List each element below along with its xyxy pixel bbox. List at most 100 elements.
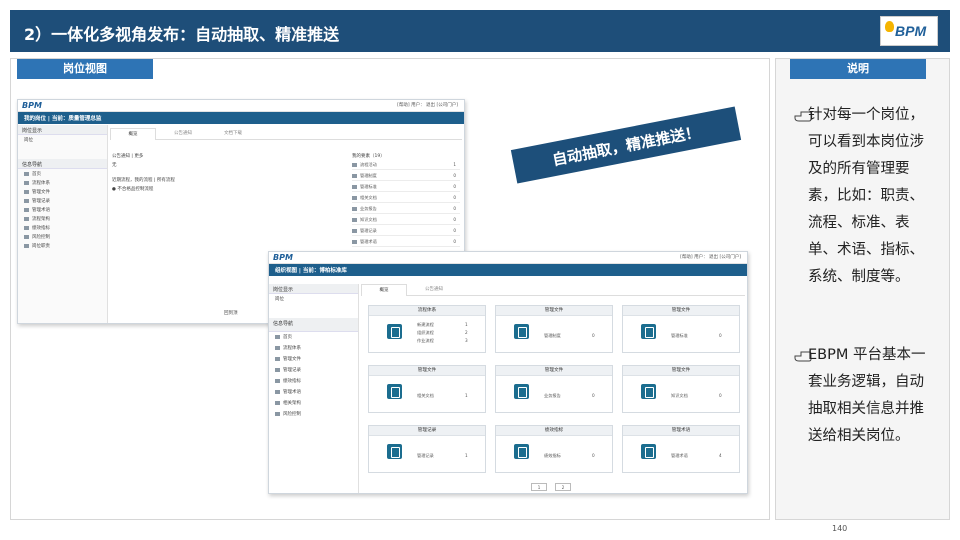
card-title: 管理术语 [623,426,739,436]
card-title: 流程体系 [369,306,485,316]
summary-card[interactable]: 管理文件 相关文档 1 [368,365,486,413]
element-label: 管理制度 [360,173,377,178]
document-icon [514,384,529,399]
sidebar-item[interactable]: 流程架构 [18,214,107,223]
element-label: 相关文档 [360,195,377,200]
screenshot-top-links[interactable]: [帮助] 用户： 退出 [公司门户] [680,254,741,260]
sidebar-item[interactable]: 管理文件 [18,187,107,196]
screenshot-top-links[interactable]: [帮助] 用户： 退出 [公司门户] [397,102,458,108]
card-row-label[interactable]: 管理术语 [671,453,688,459]
element-row[interactable]: 管理记录 0 [352,228,460,236]
element-row[interactable]: 知识文档 0 [352,217,460,225]
summary-card[interactable]: 管理记录 管理记录 1 [368,425,486,473]
tab-overview[interactable]: 概览 [361,284,407,296]
element-count: 0 [453,217,456,222]
card-title: 管理文件 [496,366,612,376]
sidebar-item[interactable]: 首页 [18,169,107,178]
sidebar-item[interactable]: 流程体系 [269,343,358,354]
sidebar-item[interactable]: 相关架构 [269,398,358,409]
card-row-label[interactable]: 知识文档 [671,393,688,399]
slide-title: 2）一体化多视角发布：自动抽取、精准推送 [24,25,340,44]
doc-icon [352,163,357,167]
bulb-icon [885,21,894,32]
summary-card[interactable]: 管理文件 管理制度 0 [495,305,613,353]
tab-notice[interactable]: 公告通知 [160,128,206,140]
element-row[interactable]: 业务报告 0 [352,206,460,214]
element-label: 管理记录 [360,228,377,233]
doc-icon [352,229,357,233]
sidebar-item[interactable]: 首页 [269,332,358,343]
card-row-value: 0 [719,333,722,338]
page-number: 140 [832,524,848,533]
document-icon [641,444,656,459]
card-row-value: 0 [592,453,595,458]
logo-text: BPM [895,23,927,39]
sidebar-sub: 岗位 [275,297,284,302]
sidebar-item[interactable]: 风险控制 [18,232,107,241]
card-row-label[interactable]: 新建流程 [417,322,434,328]
screenshot-sidebar: 岗位显示 岗位 信息导航 首页 流程体系 管理文件 管理记录 管理术语 流程架构… [18,125,108,323]
summary-card[interactable]: 管理文件业务报告 0 [495,365,613,413]
notice-heading[interactable]: 公告通知 | 更多 [112,153,143,159]
element-row[interactable]: 管理标准 0 [352,184,460,192]
card-row-label[interactable]: 管理标准 [671,333,688,339]
document-icon [514,324,529,339]
sidebar-item[interactable]: 风险控制 [269,409,358,420]
card-row-label[interactable]: 作业流程 [417,338,434,344]
element-row[interactable]: 相关文档 0 [352,195,460,203]
sidebar-group: 信息导航 [269,318,358,332]
element-row[interactable]: 管理制度 0 [352,173,460,181]
card-row-label[interactable]: 管理记录 [417,453,434,459]
card-row-value: 1 [465,453,468,458]
doc-icon [352,174,357,178]
list-icon [275,345,280,350]
back-to-top[interactable]: 回到顶 [224,310,238,316]
tab-download[interactable]: 文档下载 [210,128,256,140]
tab-overview[interactable]: 概览 [110,128,156,140]
section-label-post-view: 岗位视图 [17,59,153,79]
card-row-label[interactable]: 绩效指标 [544,453,561,459]
card-row-label[interactable]: 业务报告 [544,393,561,399]
sidebar-item[interactable]: 流程体系 [18,178,107,187]
summary-card[interactable]: 管理文件 知识文档 0 [622,365,740,413]
sidebar-item[interactable]: 管理文件 [269,354,358,365]
card-row-label[interactable]: 管理制度 [544,333,561,339]
summary-card[interactable]: 管理术语 管理术语 4 [622,425,740,473]
element-label: 管理术语 [360,239,377,244]
doc-icon [352,240,357,244]
list-icon [24,180,29,185]
element-row[interactable]: 流程活动 1 [352,162,460,170]
flow-link[interactable]: ● 不合格品控制流程 [112,186,153,192]
document-icon [387,444,402,459]
element-row[interactable]: 管理术语 0 [352,239,460,247]
card-row-label[interactable]: 相关文档 [417,393,434,399]
sidebar-item[interactable]: 管理记录 [269,365,358,376]
pager-page-2[interactable]: 2 [555,483,571,491]
card-title: 绩效指标 [496,426,612,436]
element-label: 业务报告 [360,206,377,211]
sidebar-item[interactable]: 管理术语 [269,387,358,398]
screenshot-tabs: 概览 公告通知 [361,284,745,296]
anchor-icon [24,207,29,212]
screenshot-topbar: BPM [帮助] 用户： 退出 [公司门户] [18,100,464,112]
card-row-value: 3 [465,338,468,343]
sidebar-item[interactable]: 管理术语 [18,205,107,214]
home-icon [24,171,29,176]
bpm-logo: BPM [880,16,938,46]
document-icon [641,384,656,399]
recent-flows-heading[interactable]: 近期流程，我的流程 | 所有流程 [112,177,175,183]
sidebar-item[interactable]: 管理记录 [18,196,107,205]
sidebar-item[interactable]: 绩效指标 [269,376,358,387]
summary-card[interactable]: 绩效指标 绩效指标 0 [495,425,613,473]
screenshot-nav-title: 组织视图 | 当前：博柏标准库 [275,268,347,274]
summary-card[interactable]: 流程体系 新建流程 1 组织流程 2 作业流程 3 [368,305,486,353]
shield-icon [24,234,29,239]
sidebar-item[interactable]: 绩效指标 [18,223,107,232]
card-row-label[interactable]: 组织流程 [417,330,434,336]
card-row-value: 0 [592,393,595,398]
pager-page-1[interactable]: 1 [531,483,547,491]
summary-card[interactable]: 管理文件 管理标准 0 [622,305,740,353]
sidebar-item[interactable]: 岗位职责 [18,241,107,250]
tab-notice[interactable]: 公告通知 [411,284,457,296]
card-row-value: 1 [465,393,468,398]
